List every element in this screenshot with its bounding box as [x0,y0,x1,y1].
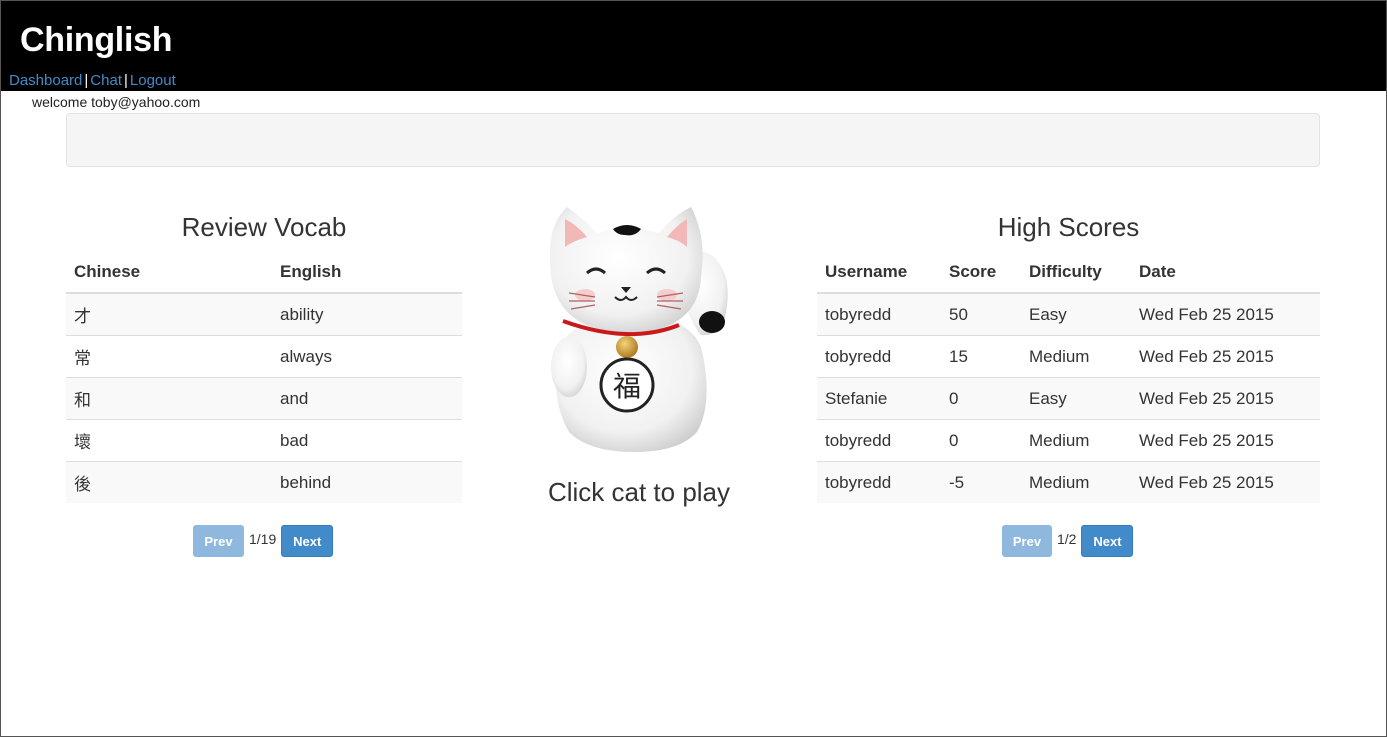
english-cell: ability [272,292,462,336]
score-cell: -5 [941,461,1021,503]
table-row: 才 ability [66,292,462,336]
scores-header-row: Username Score Difficulty Date [817,252,1320,294]
difficulty-cell: Medium [1021,419,1131,462]
english-cell: always [272,335,462,378]
table-row: tobyredd 0 Medium Wed Feb 25 2015 [817,419,1320,462]
difficulty-cell: Easy [1021,292,1131,336]
english-cell: bad [272,419,462,462]
chinese-cell: 和 [66,377,272,420]
score-cell: 50 [941,292,1021,336]
nav-separator: | [84,72,89,89]
column-header-username: Username [817,252,941,294]
scores-pager: Prev 1/2 Next [1002,525,1134,557]
lucky-cat-play-button[interactable]: 福 [529,197,739,457]
table-row: 壞 bad [66,419,462,462]
date-cell: Wed Feb 25 2015 [1131,292,1320,336]
date-cell: Wed Feb 25 2015 [1131,377,1320,420]
vocab-pager: Prev 1/19 Next [193,525,334,557]
vocab-table: Chinese English 才 ability 常 always 和 and… [66,252,462,503]
nav-dashboard-link[interactable]: Dashboard [9,72,82,89]
username-cell: tobyredd [817,419,941,462]
date-cell: Wed Feb 25 2015 [1131,461,1320,503]
username-cell: tobyredd [817,335,941,378]
chinese-cell: 才 [66,292,272,336]
click-cat-label: Click cat to play [547,477,731,507]
column-header-chinese: Chinese [66,252,272,294]
column-header-date: Date [1131,252,1320,294]
scores-prev-button[interactable]: Prev [1002,525,1052,557]
username-cell: tobyredd [817,461,941,503]
chinese-cell: 常 [66,335,272,378]
table-row: 常 always [66,335,462,378]
difficulty-cell: Medium [1021,335,1131,378]
score-cell: 0 [941,419,1021,462]
vocab-header-row: Chinese English [66,252,462,294]
difficulty-cell: Medium [1021,461,1131,503]
table-row: tobyredd 15 Medium Wed Feb 25 2015 [817,335,1320,378]
column-header-english: English [272,252,462,294]
chinese-cell: 壞 [66,419,272,462]
date-cell: Wed Feb 25 2015 [1131,335,1320,378]
vocab-next-button[interactable]: Next [281,525,334,557]
welcome-message: welcome toby@yahoo.com [32,94,201,110]
username-cell: tobyredd [817,292,941,336]
table-row: 後 behind [66,461,462,503]
fortune-emblem: 福 [613,370,641,403]
score-cell: 15 [941,335,1021,378]
nav-logout-link[interactable]: Logout [130,72,176,89]
table-row: tobyredd 50 Easy Wed Feb 25 2015 [817,292,1320,336]
english-cell: and [272,377,462,420]
scores-next-button[interactable]: Next [1081,525,1134,557]
vocab-title: Review Vocab [181,212,347,242]
date-cell: Wed Feb 25 2015 [1131,419,1320,462]
scores-page-indicator: 1/2 [1057,531,1077,547]
nav-links: Dashboard | Chat | Logout [9,72,176,89]
difficulty-cell: Easy [1021,377,1131,420]
username-cell: Stefanie [817,377,941,420]
nav-separator: | [123,72,128,89]
table-row: Stefanie 0 Easy Wed Feb 25 2015 [817,377,1320,420]
nav-chat-link[interactable]: Chat [90,72,122,89]
vocab-page-indicator: 1/19 [249,531,277,547]
empty-well-panel [66,113,1320,167]
high-scores-title: High Scores [997,212,1140,242]
column-header-difficulty: Difficulty [1021,252,1131,294]
lucky-cat-illustration: 福 [549,207,728,452]
high-scores-table: Username Score Difficulty Date tobyredd … [817,252,1320,503]
table-row: tobyredd -5 Medium Wed Feb 25 2015 [817,461,1320,503]
column-header-score: Score [941,252,1021,294]
score-cell: 0 [941,377,1021,420]
table-row: 和 and [66,377,462,420]
top-header: Chinglish Dashboard | Chat | Logout [1,1,1386,91]
brand-title: Chinglish [20,21,173,59]
chinese-cell: 後 [66,461,272,503]
vocab-prev-button[interactable]: Prev [193,525,244,557]
english-cell: behind [272,461,462,503]
